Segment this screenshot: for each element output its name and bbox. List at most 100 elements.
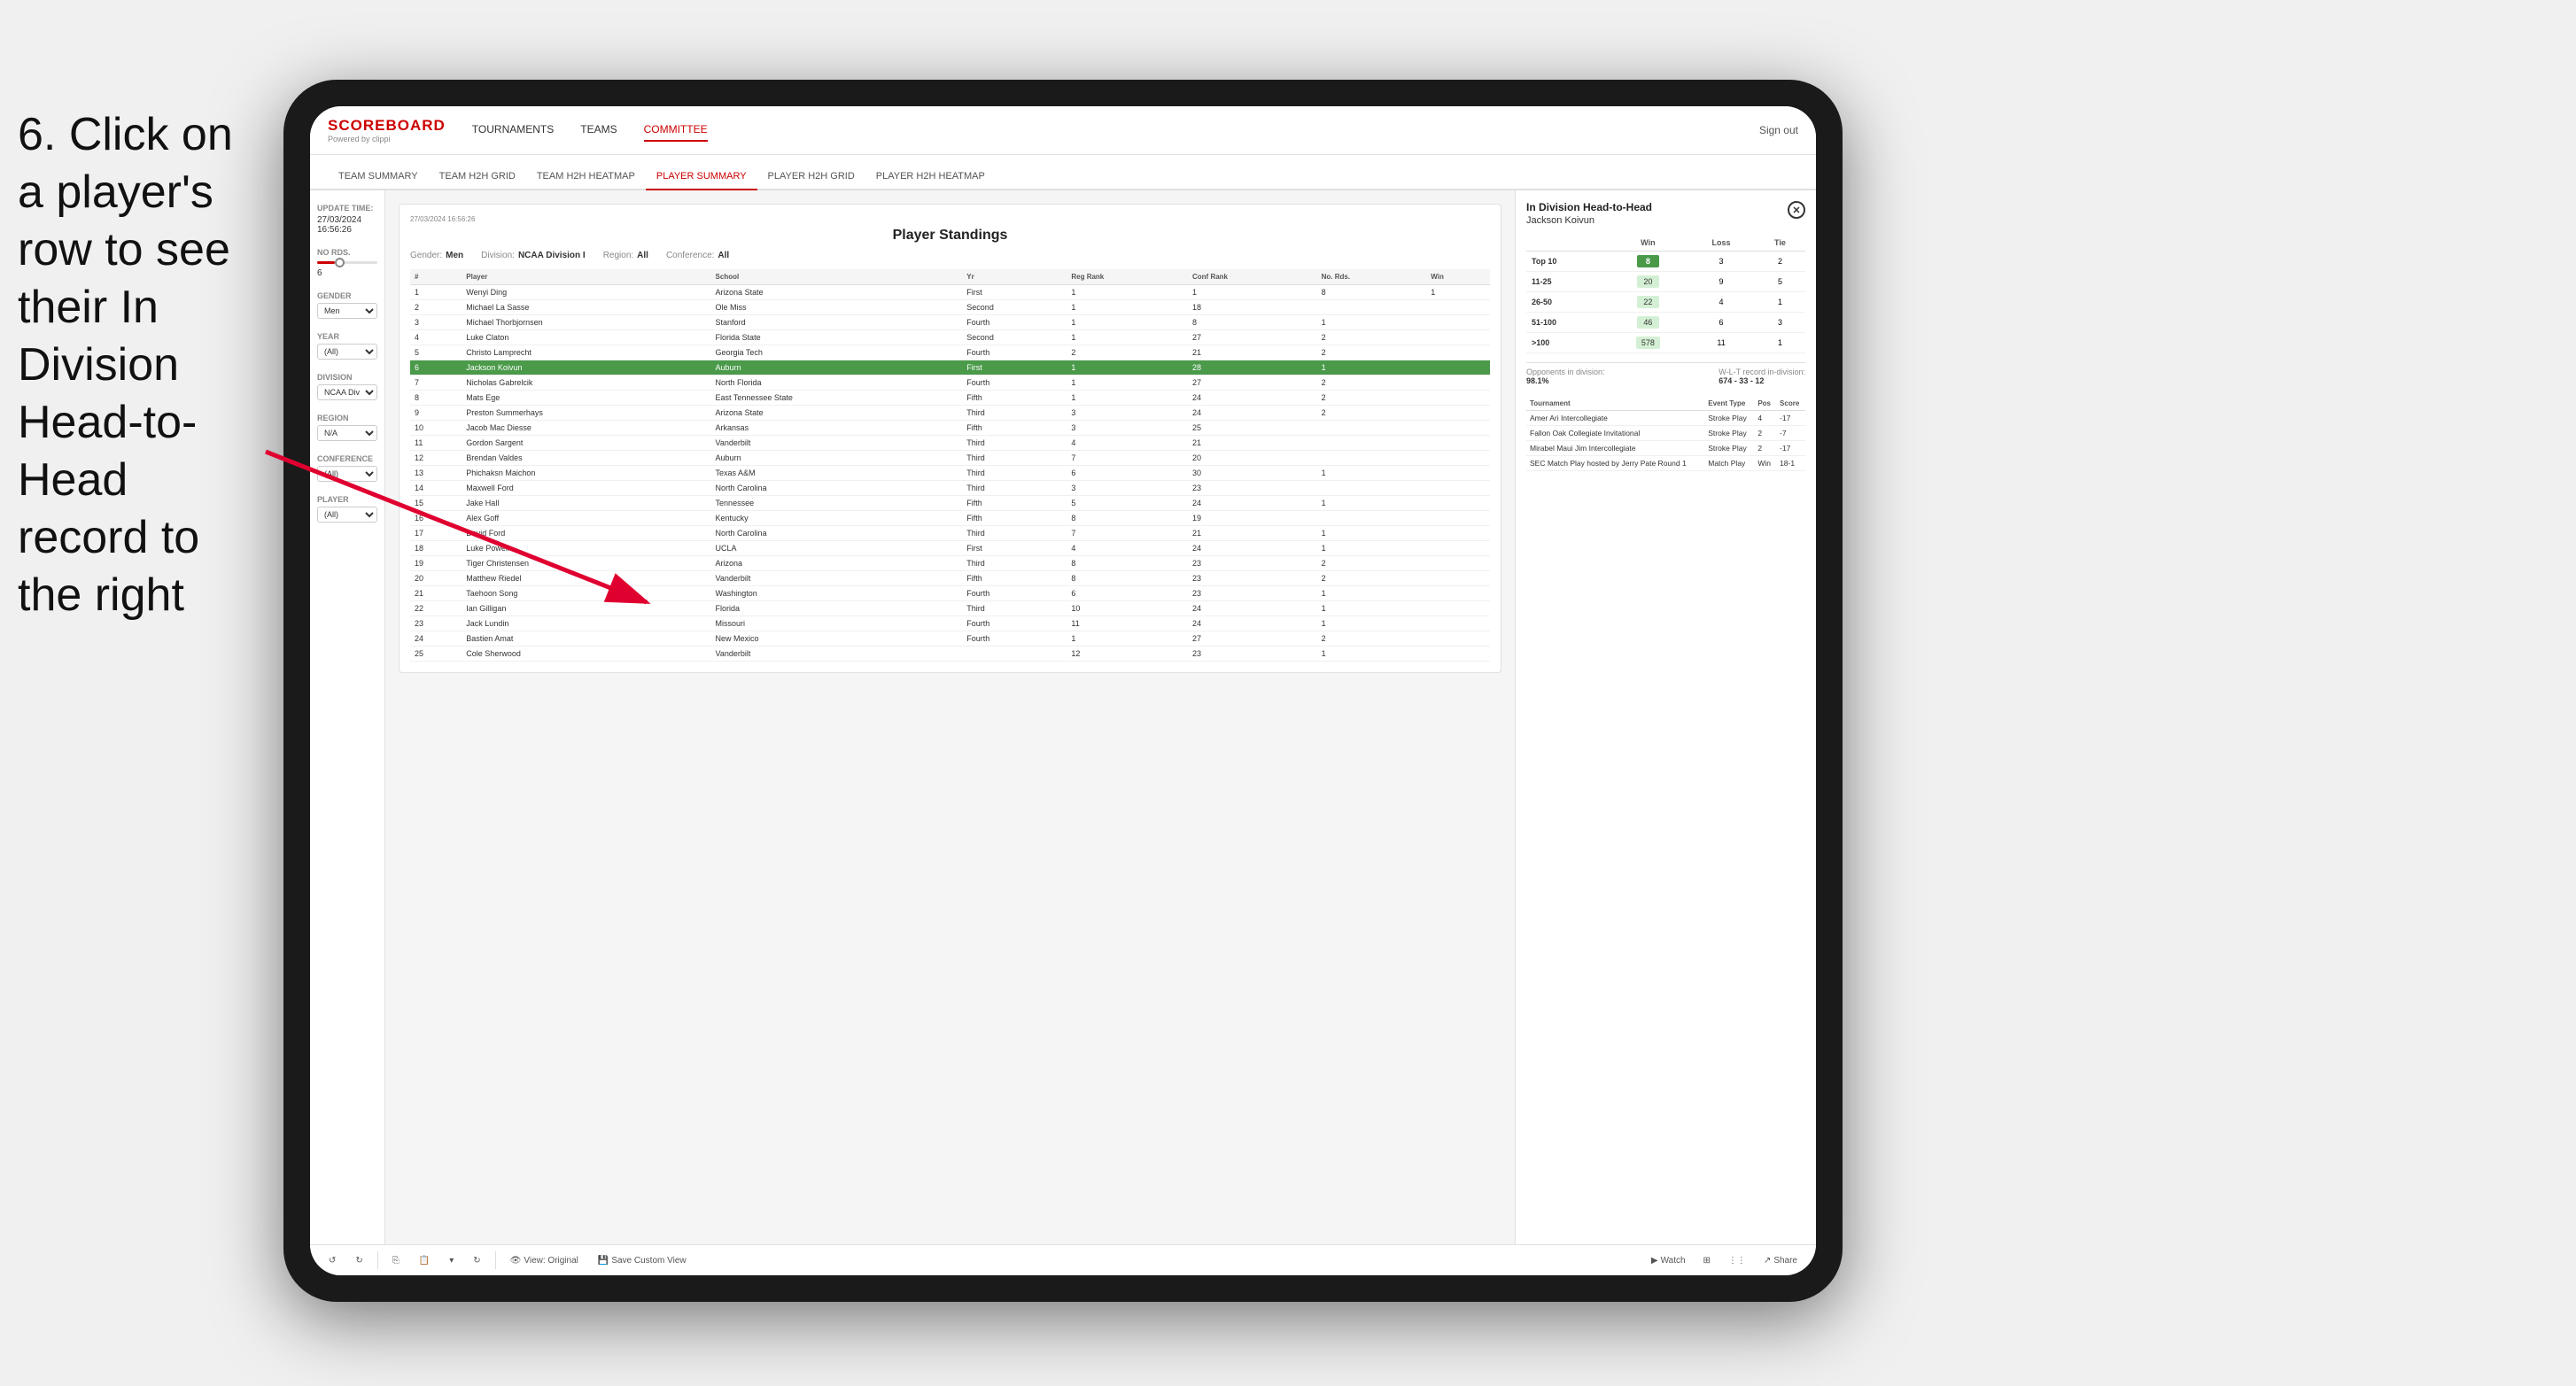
bottom-toolbar: ↺ ↻ ⎘ 📋 ▾ ↻ 👁 View: Original 💾 Save Cust… — [310, 1244, 1816, 1275]
col-win: Win — [1426, 269, 1490, 285]
table-row[interactable]: 3 Michael Thorbjornsen Stanford Fourth 1… — [410, 315, 1490, 330]
slider-thumb[interactable] — [335, 258, 345, 267]
cell-win — [1426, 376, 1490, 391]
more-button[interactable]: ▾ — [444, 1253, 459, 1268]
filter-row: Gender: Men Division: NCAA Division I Re… — [410, 251, 1490, 260]
cell-rds — [1317, 511, 1427, 526]
h2h-range: Top 10 — [1526, 252, 1609, 272]
grid-button[interactable]: ⋮⋮ — [1723, 1253, 1751, 1268]
table-row[interactable]: 16 Alex Goff Kentucky Fifth 8 19 — [410, 511, 1490, 526]
table-row[interactable]: 14 Maxwell Ford North Carolina Third 3 2… — [410, 481, 1490, 496]
conference-select[interactable]: (All) — [317, 466, 377, 482]
table-row[interactable]: 2 Michael La Sasse Ole Miss Second 1 18 — [410, 300, 1490, 315]
cell-rds: 1 — [1317, 647, 1427, 662]
nav-tournaments[interactable]: TOURNAMENTS — [472, 119, 554, 142]
cell-player: Matthew Riedel — [462, 571, 710, 586]
table-row[interactable]: 13 Phichaksn Maichon Texas A&M Third 6 3… — [410, 466, 1490, 481]
watch-button[interactable]: ▶ Watch — [1646, 1253, 1691, 1268]
cell-yr: Fourth — [962, 586, 1067, 601]
table-row[interactable]: 7 Nicholas Gabrelcik North Florida Fourt… — [410, 376, 1490, 391]
sign-out-button[interactable]: Sign out — [1759, 124, 1798, 136]
player-select[interactable]: (All) — [317, 507, 377, 523]
table-row[interactable]: 11 Gordon Sargent Vanderbilt Third 4 21 — [410, 436, 1490, 451]
table-row[interactable]: 22 Ian Gilligan Florida Third 10 24 1 — [410, 601, 1490, 616]
table-row[interactable]: 23 Jack Lundin Missouri Fourth 11 24 1 — [410, 616, 1490, 631]
cell-conf: 20 — [1188, 451, 1317, 466]
table-row[interactable]: 6 Jackson Koivun Auburn First 1 28 1 — [410, 360, 1490, 376]
table-row[interactable]: 5 Christo Lamprecht Georgia Tech Fourth … — [410, 345, 1490, 360]
cell-yr: First — [962, 285, 1067, 300]
tab-player-summary[interactable]: PLAYER SUMMARY — [646, 164, 757, 190]
tab-team-summary[interactable]: TEAM SUMMARY — [328, 164, 429, 190]
col-no-rds: No. Rds. — [1317, 269, 1427, 285]
table-row[interactable]: 21 Taehoon Song Washington Fourth 6 23 1 — [410, 586, 1490, 601]
refresh-button[interactable]: ↻ — [468, 1253, 485, 1268]
table-row[interactable]: 12 Brendan Valdes Auburn Third 7 20 — [410, 451, 1490, 466]
h2h-tie: 2 — [1755, 252, 1805, 272]
table-row[interactable]: 17 David Ford North Carolina Third 7 21 … — [410, 526, 1490, 541]
cell-reg: 6 — [1067, 586, 1188, 601]
cell-win — [1426, 345, 1490, 360]
cell-yr: Third — [962, 406, 1067, 421]
instruction-text: 6. Click on a player's row to see their … — [0, 89, 266, 642]
cell-rds: 1 — [1317, 601, 1427, 616]
close-panel-button[interactable]: ✕ — [1788, 201, 1805, 219]
tour-type: Stroke Play — [1704, 441, 1754, 456]
table-row[interactable]: 20 Matthew Riedel Vanderbilt Fifth 8 23 … — [410, 571, 1490, 586]
paste-button[interactable]: 📋 — [414, 1253, 435, 1268]
cell-win — [1426, 315, 1490, 330]
table-row[interactable]: 10 Jacob Mac Diesse Arkansas Fifth 3 25 — [410, 421, 1490, 436]
h2h-row: Top 10 8 3 2 — [1526, 252, 1805, 272]
slider-track — [317, 261, 377, 264]
tab-team-h2h-grid[interactable]: TEAM H2H GRID — [429, 164, 526, 190]
tab-player-h2h-heatmap[interactable]: PLAYER H2H HEATMAP — [865, 164, 996, 190]
table-row[interactable]: 25 Cole Sherwood Vanderbilt 12 23 1 — [410, 647, 1490, 662]
table-row[interactable]: 4 Luke Claton Florida State Second 1 27 … — [410, 330, 1490, 345]
cell-reg: 2 — [1067, 345, 1188, 360]
redo-button[interactable]: ↻ — [350, 1253, 368, 1268]
no-rds-slider[interactable] — [317, 261, 377, 264]
cell-rds: 1 — [1317, 360, 1427, 376]
division-select[interactable]: NCAA Division I — [317, 384, 377, 400]
cell-rank: 17 — [410, 526, 462, 541]
gender-filter-label: Gender: — [410, 251, 442, 260]
view-original-button[interactable]: 👁 View: Original — [505, 1253, 584, 1268]
cell-rank: 5 — [410, 345, 462, 360]
table-row[interactable]: 19 Tiger Christensen Arizona Third 8 23 … — [410, 556, 1490, 571]
cell-yr: Third — [962, 556, 1067, 571]
cell-school: Georgia Tech — [711, 345, 963, 360]
share-button[interactable]: ↗ Share — [1758, 1253, 1803, 1268]
logo-powered: Powered by clippi — [328, 135, 446, 143]
table-row[interactable]: 9 Preston Summerhays Arizona State Third… — [410, 406, 1490, 421]
cell-conf: 28 — [1188, 360, 1317, 376]
cell-school: UCLA — [711, 541, 963, 556]
table-row[interactable]: 24 Bastien Amat New Mexico Fourth 1 27 2 — [410, 631, 1490, 647]
tour-name: Fallon Oak Collegiate Invitational — [1526, 426, 1704, 441]
cell-rds: 1 — [1317, 541, 1427, 556]
toolbar-right: ▶ Watch ⊞ ⋮⋮ ↗ Share — [1646, 1253, 1803, 1268]
cell-reg: 3 — [1067, 406, 1188, 421]
copy-button[interactable]: ⎘ — [387, 1253, 405, 1268]
tab-player-h2h-grid[interactable]: PLAYER H2H GRID — [757, 164, 865, 190]
undo-button[interactable]: ↺ — [323, 1253, 341, 1268]
nav-teams[interactable]: TEAMS — [580, 119, 617, 142]
cell-player: Michael Thorbjornsen — [462, 315, 710, 330]
tour-score: -17 — [1776, 411, 1805, 426]
conference-filter: Conference: All — [666, 251, 729, 260]
tab-team-h2h-heatmap[interactable]: TEAM H2H HEATMAP — [526, 164, 646, 190]
tour-type: Stroke Play — [1704, 426, 1754, 441]
year-select[interactable]: (All) — [317, 344, 377, 360]
cell-rank: 10 — [410, 421, 462, 436]
cell-rds: 2 — [1317, 571, 1427, 586]
table-row[interactable]: 1 Wenyi Ding Arizona State First 1 1 8 1 — [410, 285, 1490, 300]
update-time-display: 27/03/2024 16:56:26 — [410, 215, 1490, 223]
table-row[interactable]: 8 Mats Ege East Tennessee State Fifth 1 … — [410, 391, 1490, 406]
save-custom-button[interactable]: 💾 Save Custom View — [593, 1253, 692, 1268]
layout-button[interactable]: ⊞ — [1698, 1253, 1716, 1268]
cell-reg: 5 — [1067, 496, 1188, 511]
nav-committee[interactable]: COMMITTEE — [644, 119, 708, 142]
table-row[interactable]: 18 Luke Powell UCLA First 4 24 1 — [410, 541, 1490, 556]
table-row[interactable]: 15 Jake Hall Tennessee Fifth 5 24 1 — [410, 496, 1490, 511]
region-select[interactable]: N/A — [317, 425, 377, 441]
gender-select[interactable]: Men — [317, 303, 377, 319]
